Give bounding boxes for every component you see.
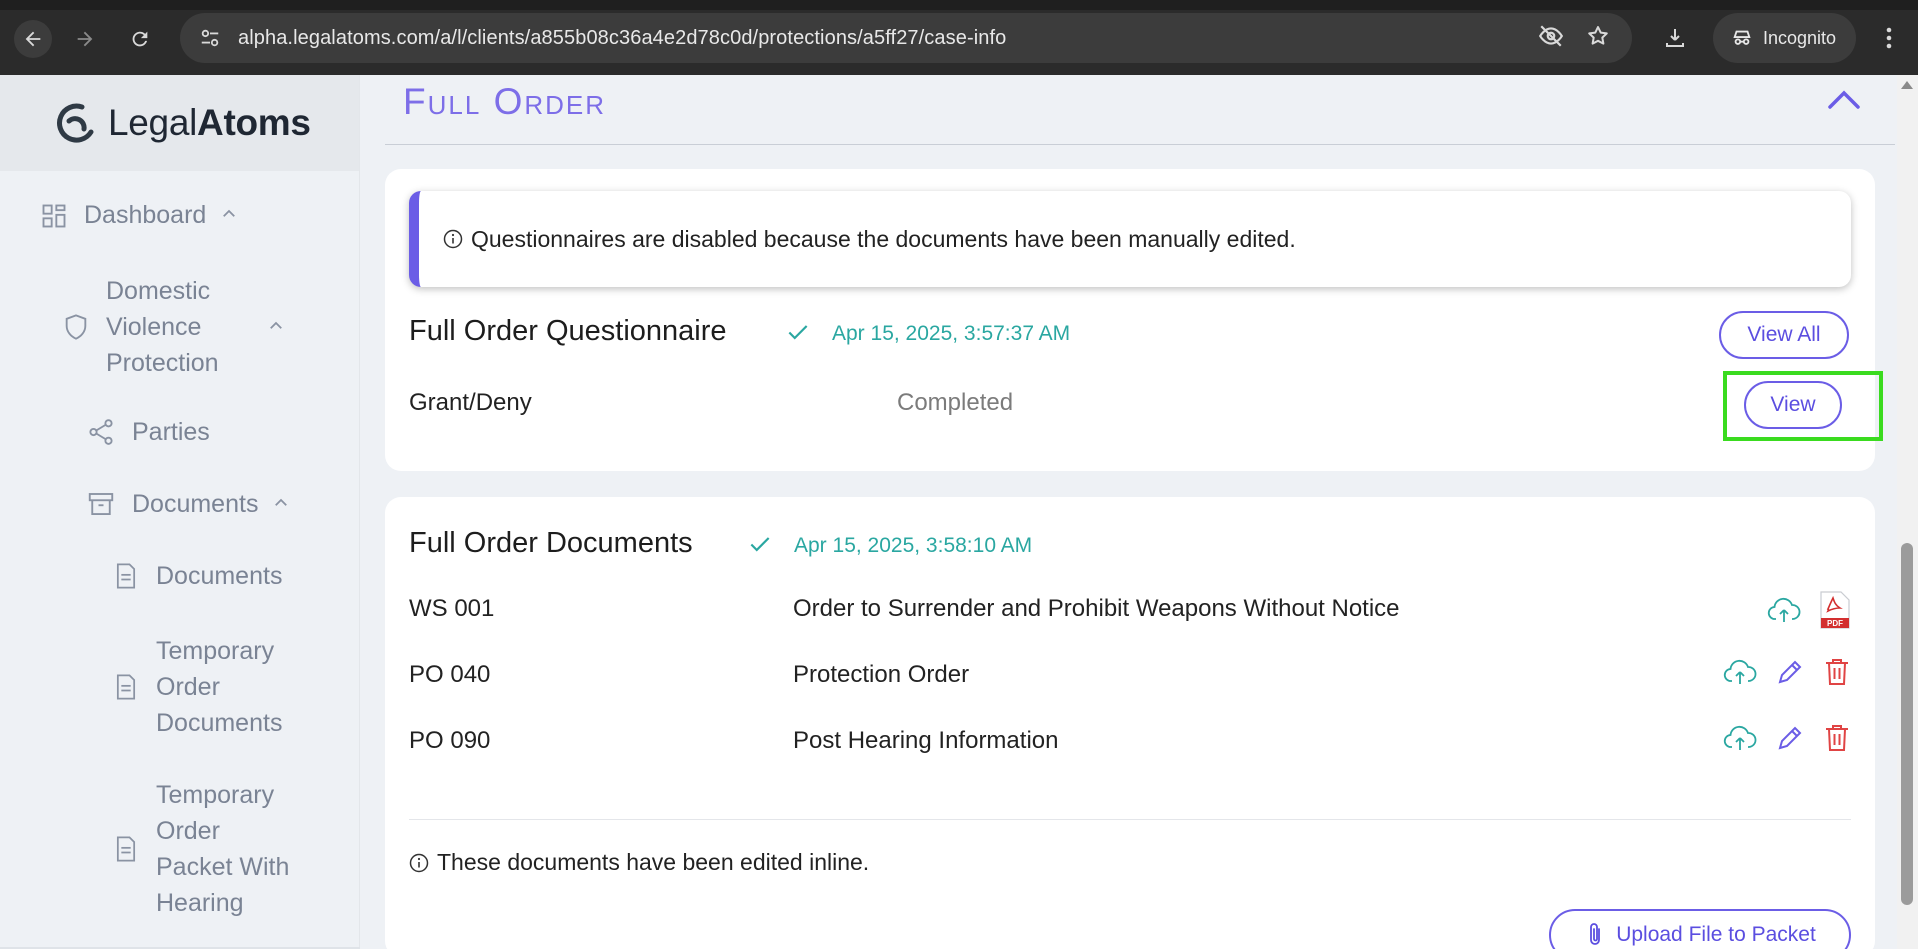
alert-text: Questionnaires are disabled because the …	[471, 225, 1296, 252]
chevron-up-icon	[267, 313, 285, 342]
table-row: PO 090 Post Hearing Information	[409, 723, 1851, 763]
questionnaire-timestamp: Apr 15, 2025, 3:57:37 AM	[832, 322, 1071, 345]
scroll-thumb[interactable]	[1901, 543, 1913, 905]
sidebar-item-label: Domestic Violence Protection	[106, 277, 219, 377]
upload-file-label: Upload File to Packet	[1616, 923, 1816, 946]
star-icon[interactable]	[1586, 24, 1610, 53]
pdf-icon[interactable]: PDF	[1819, 591, 1851, 629]
grid-icon	[40, 202, 68, 230]
document-name[interactable]: Order to Surrender and Prohibit Weapons …	[793, 595, 1400, 623]
edited-note-text: These documents have been edited inline.	[437, 849, 870, 875]
sidebar-item-dashboard[interactable]: Dashboard	[40, 201, 238, 230]
toolbar-right: Incognito	[1655, 13, 1918, 63]
eye-off-icon[interactable]	[1538, 23, 1564, 54]
download-icon[interactable]	[1655, 26, 1695, 50]
sidebar-item-label: Temporary Order Packet With Hearing	[156, 781, 290, 917]
sidebar-item-documents-sub[interactable]: Documents	[112, 561, 282, 591]
sidebar: LegalAtoms Dashboard Domestic Violence P…	[0, 75, 360, 949]
share-icon	[86, 417, 116, 447]
incognito-icon	[1733, 30, 1751, 45]
pencil-icon[interactable]	[1775, 723, 1805, 753]
arrow-right-icon	[77, 31, 93, 47]
sidebar-item-label: Parties	[132, 417, 210, 446]
forward-button[interactable]	[66, 20, 104, 58]
document-name[interactable]: Protection Order	[793, 661, 969, 689]
questionnaire-title: Full Order Questionnaire	[409, 315, 727, 347]
check-icon	[747, 531, 773, 562]
documents-timestamp: Apr 15, 2025, 3:58:10 AM	[794, 534, 1033, 557]
sidebar-item-label: Documents	[156, 561, 283, 590]
sidebar-item-documents[interactable]: Documents	[86, 489, 290, 519]
logo-text: LegalAtoms	[108, 102, 311, 143]
questionnaire-row-status: Completed	[897, 389, 1014, 416]
browser-toolbar: alpha.legalatoms.com/a/l/clients/a855b08…	[0, 0, 1918, 75]
sidebar-item-temporary-order-documents[interactable]: Temporary Order Documents	[112, 633, 282, 741]
logo[interactable]: LegalAtoms	[0, 75, 359, 171]
pencil-icon[interactable]	[1775, 657, 1805, 687]
site-info-icon[interactable]	[192, 27, 228, 49]
table-row: PO 040 Protection Order	[409, 657, 1851, 697]
document-code: PO 090	[409, 727, 491, 754]
sidebar-item-label: Temporary Order Documents	[156, 637, 283, 737]
chevron-up-icon	[272, 490, 290, 519]
tab-strip	[0, 0, 1918, 10]
sidebar-item-temporary-order-packet-with-hearing[interactable]: Temporary Order Packet With Hearing	[112, 777, 289, 921]
view-all-button[interactable]: View All	[1719, 311, 1849, 359]
main-content: Full Order Questionnaires are disabled b…	[361, 75, 1896, 949]
document-code: WS 001	[409, 595, 495, 622]
cloud-upload-icon[interactable]	[1723, 723, 1757, 753]
row-actions: PDF	[1767, 591, 1851, 629]
page-scrollbar[interactable]	[1897, 75, 1918, 949]
legalatoms-logo-icon	[57, 103, 94, 143]
paperclip-icon	[1584, 921, 1606, 949]
archive-icon	[86, 489, 116, 519]
url-text: alpha.legalatoms.com/a/l/clients/a855b08…	[238, 26, 1007, 49]
incognito-label: Incognito	[1762, 27, 1836, 48]
info-icon	[443, 229, 463, 249]
document-name[interactable]: Post Hearing Information	[793, 727, 1058, 755]
sidebar-item-domestic-violence-protection[interactable]: Domestic Violence Protection	[62, 273, 285, 381]
row-actions	[1723, 723, 1851, 753]
document-code: PO 040	[409, 661, 491, 688]
documents-divider	[409, 819, 1851, 820]
pdf-badge-label: PDF	[1827, 619, 1843, 628]
edited-note: These documents have been edited inline.	[409, 849, 869, 876]
check-icon	[785, 319, 811, 350]
document-icon	[112, 561, 140, 591]
section-header: Full Order	[385, 75, 1895, 145]
trash-icon[interactable]	[1823, 723, 1851, 753]
questionnaire-card: Questionnaires are disabled because the …	[385, 169, 1883, 471]
trash-icon[interactable]	[1823, 657, 1851, 687]
document-icon	[112, 672, 140, 702]
shield-icon	[62, 312, 90, 342]
row-actions	[1723, 657, 1851, 687]
cloud-upload-icon[interactable]	[1767, 595, 1801, 625]
arrow-left-icon	[25, 31, 41, 47]
chevron-up-icon[interactable]	[1827, 87, 1861, 118]
incognito-button[interactable]: Incognito	[1712, 13, 1856, 63]
questionnaire-row-label: Grant/Deny	[409, 389, 532, 416]
reload-icon	[132, 31, 148, 47]
documents-card: Full Order Documents Apr 15, 2025, 3:58:…	[385, 497, 1875, 949]
scroll-up-arrow[interactable]	[1901, 81, 1913, 89]
section-title: Full Order	[403, 81, 607, 122]
sidebar-item-parties[interactable]: Parties	[86, 417, 210, 447]
reload-button[interactable]	[121, 20, 159, 58]
cloud-upload-icon[interactable]	[1723, 657, 1757, 687]
address-bar[interactable]: alpha.legalatoms.com/a/l/clients/a855b08…	[180, 13, 1632, 63]
sidebar-item-label: Dashboard	[84, 201, 207, 229]
table-row: WS 001 Order to Surrender and Prohibit W…	[409, 591, 1851, 631]
view-button[interactable]: View	[1744, 381, 1842, 429]
info-icon	[409, 853, 429, 873]
document-icon	[112, 834, 140, 864]
sidebar-item-label: Documents	[132, 489, 259, 518]
chevron-up-icon	[220, 201, 238, 230]
menu-icon[interactable]	[1874, 26, 1904, 50]
disabled-alert: Questionnaires are disabled because the …	[409, 191, 1851, 287]
back-button[interactable]	[14, 20, 52, 58]
upload-file-button[interactable]: Upload File to Packet	[1549, 909, 1851, 949]
documents-title: Full Order Documents	[409, 527, 693, 559]
